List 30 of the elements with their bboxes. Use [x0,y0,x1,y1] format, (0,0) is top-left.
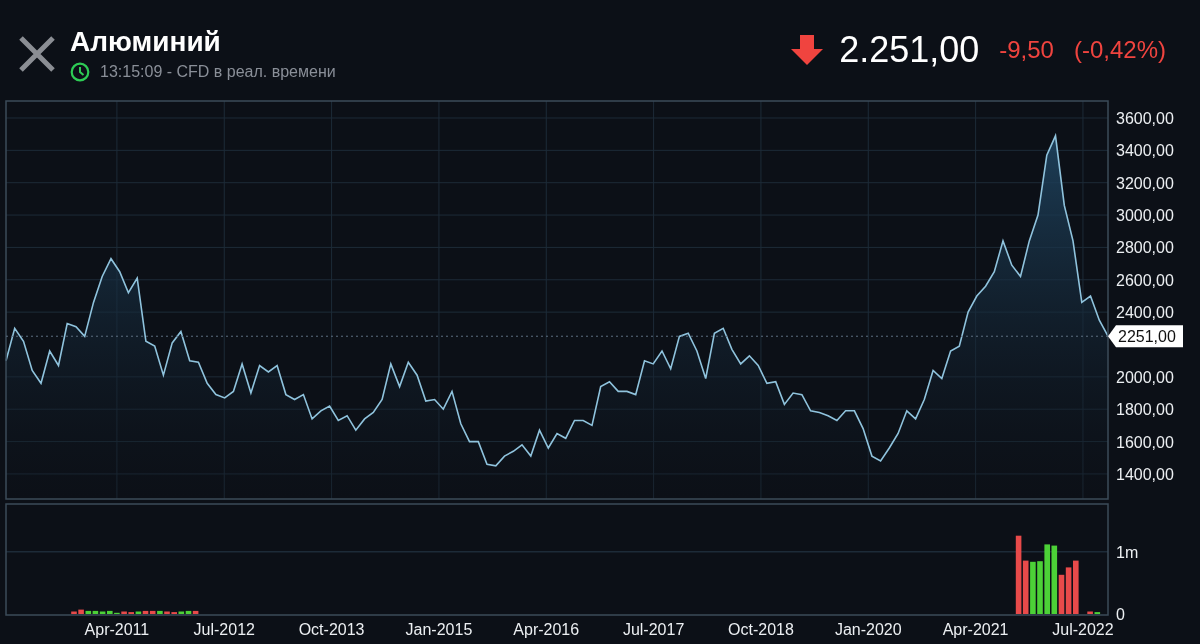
current-price-tag: 2251,00 [1108,325,1183,348]
axis-label: 1600,00 [1116,433,1174,451]
axis-label: 2800,00 [1116,239,1174,257]
axis-label: Apr-2011 [84,621,150,638]
price-change: -9,50 [999,36,1054,64]
axis-label: 3200,00 [1116,174,1174,192]
axis-label: Jul-2022 [1052,621,1114,638]
axis-label: 2000,00 [1116,368,1174,386]
current-price: 2.251,00 [839,30,980,70]
axis-label: 2600,00 [1116,271,1174,289]
ref-line-label: 2251,00 [1118,328,1176,346]
axis-label: Oct-2018 [728,621,794,638]
axis-label: 1m [1116,543,1139,561]
instrument-title: Алюминий [70,28,222,56]
axis-label: Jan-2015 [405,621,473,638]
axis-label: 1400,00 [1116,465,1174,483]
axis-label: Jul-2017 [622,621,685,638]
axis-label: 3400,00 [1116,142,1174,160]
axis-label: Jan-2020 [834,621,902,638]
axis-label: Apr-2021 [942,621,1009,638]
axis-label: 3000,00 [1116,207,1174,225]
axis-label: Apr-2016 [513,621,580,638]
status-text: 13:15:09 - CFD в реал. времени [100,63,336,81]
axis-label: 2400,00 [1116,304,1174,322]
axis-label: 3600,00 [1116,110,1174,127]
axis-label: Oct-2013 [298,621,365,638]
price-change-percent: (-0,42%) [1073,36,1166,64]
axis-label: Jul-2012 [193,621,255,638]
axis-label: 0 [1116,606,1125,623]
axis-label: 1800,00 [1116,401,1174,419]
